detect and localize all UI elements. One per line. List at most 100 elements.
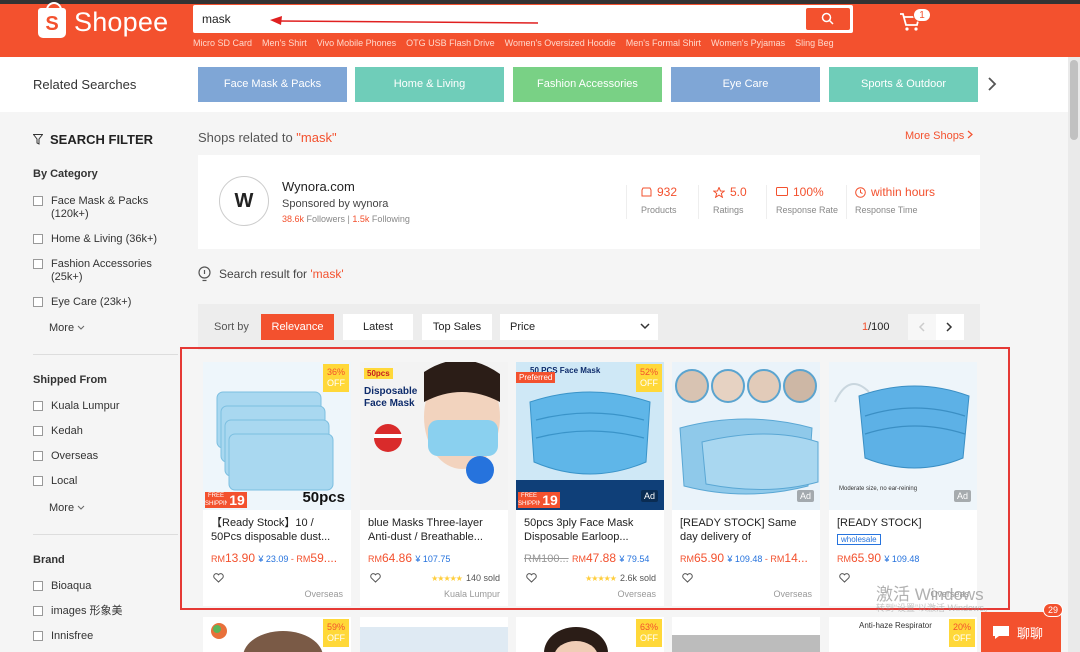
- price-sort-select[interactable]: Price: [500, 314, 658, 340]
- sort-top-sales-button[interactable]: Top Sales: [422, 314, 492, 340]
- related-searches-title: Related Searches: [33, 77, 137, 92]
- star-icon: [713, 186, 725, 198]
- shop-sponsor: Sponsored by wynora: [282, 198, 389, 210]
- hotlink[interactable]: Vivo Mobile Phones: [317, 38, 396, 48]
- search-button[interactable]: [806, 8, 850, 30]
- chat-icon: [993, 626, 1009, 639]
- product-card[interactable]: [360, 617, 508, 652]
- red-arrow-annotation: [270, 16, 539, 25]
- related-chip[interactable]: Face Mask & Packs: [198, 67, 347, 102]
- product-card[interactable]: [672, 617, 820, 652]
- chat-button[interactable]: 聊聊: [981, 612, 1061, 652]
- search-icon: [821, 12, 834, 25]
- related-searches-bar: Related Searches Face Mask & Packs Home …: [0, 57, 1080, 112]
- category-option[interactable]: Face Mask & Packs (120k+): [33, 195, 161, 221]
- hotlink[interactable]: Men's Formal Shirt: [626, 38, 701, 48]
- chat-icon: [776, 186, 788, 196]
- product-card[interactable]: Anti-haze Respirator 20% OFF: [829, 617, 977, 652]
- category-option[interactable]: Fashion Accessories (25k+): [33, 258, 161, 284]
- shop-card[interactable]: W Wynora.com Sponsored by wynora 38.6k F…: [198, 155, 980, 249]
- related-chip[interactable]: Fashion Accessories: [513, 67, 662, 102]
- stat-ratings: 5.0 Ratings: [713, 185, 747, 215]
- by-category-title: By Category: [33, 168, 98, 180]
- shop-follow-stats: 38.6k Followers | 1.5k Following: [282, 214, 410, 224]
- chevron-left-icon: [918, 322, 925, 332]
- shop-name[interactable]: Wynora.com: [282, 179, 355, 194]
- checkbox[interactable]: [33, 451, 43, 461]
- category-option[interactable]: Eye Care (23k+): [33, 296, 131, 309]
- related-chip[interactable]: Sports & Outdoor: [829, 67, 978, 102]
- brand-option[interactable]: Innisfree: [33, 630, 93, 643]
- stat-response-time: within hours Response Time: [855, 185, 936, 215]
- checkbox[interactable]: [33, 297, 43, 307]
- category-option[interactable]: Home & Living (36k+): [33, 233, 157, 246]
- sort-relevance-button[interactable]: Relevance: [261, 314, 334, 340]
- logo-text: Shopee: [74, 7, 169, 37]
- checkbox[interactable]: [33, 401, 43, 411]
- hotlink[interactable]: Men's Shirt: [262, 38, 307, 48]
- shops-related-heading: Shops related to "mask": [198, 130, 337, 145]
- search-result-heading: Search result for 'mask': [198, 266, 344, 282]
- product-image: [360, 627, 508, 652]
- stat-response-rate: 100% Response Rate: [776, 185, 839, 215]
- divider: [846, 185, 847, 219]
- chevron-down-icon: [77, 505, 85, 510]
- checkbox[interactable]: [33, 426, 43, 436]
- stat-products: 932 Products: [641, 185, 678, 215]
- shopee-logo[interactable]: S Shopee: [38, 1, 169, 38]
- product-card[interactable]: 63% OFF: [516, 617, 664, 652]
- checkbox[interactable]: [33, 606, 43, 616]
- checkbox[interactable]: [33, 476, 43, 486]
- hotlink[interactable]: OTG USB Flash Drive: [406, 38, 495, 48]
- shipped-option[interactable]: Local: [33, 475, 77, 488]
- divider: [766, 185, 767, 219]
- checkbox[interactable]: [33, 234, 43, 244]
- brand-option[interactable]: Bioaqua: [33, 580, 91, 593]
- divider: [698, 185, 699, 219]
- chevron-right-icon[interactable]: [987, 77, 997, 91]
- product-card[interactable]: 59% OFF: [203, 617, 351, 652]
- discount-badge: 59% OFF: [323, 619, 349, 647]
- category-more-toggle[interactable]: More: [49, 322, 85, 334]
- window-top-edge: [0, 0, 1080, 4]
- hotlink[interactable]: Micro SD Card: [193, 38, 252, 48]
- shop-avatar[interactable]: W: [219, 176, 269, 226]
- product-image: [672, 635, 820, 652]
- brand-option[interactable]: images 形象美: [33, 605, 123, 618]
- shipped-option[interactable]: Kedah: [33, 425, 83, 438]
- chat-unread-badge: 29: [1043, 603, 1063, 617]
- sort-label: Sort by: [214, 321, 249, 333]
- lightbulb-icon: [198, 266, 211, 282]
- cart-count-badge: 1: [913, 8, 931, 22]
- filter-icon: [33, 134, 43, 145]
- search-filter-title: SEARCH FILTER: [33, 132, 153, 147]
- highlight-annotation-box: [180, 347, 1010, 610]
- sort-latest-button[interactable]: Latest: [343, 314, 413, 340]
- more-shops-link[interactable]: More Shops: [905, 130, 974, 142]
- related-chip[interactable]: Home & Living: [355, 67, 504, 102]
- scrollbar-thumb[interactable]: [1070, 60, 1078, 140]
- image-caption: Anti-haze Respirator: [859, 621, 932, 630]
- shipped-option[interactable]: Kuala Lumpur: [33, 400, 120, 413]
- prev-page-button[interactable]: [908, 314, 936, 340]
- hotlink[interactable]: Sling Beg: [795, 38, 834, 48]
- next-page-button[interactable]: [936, 314, 964, 340]
- hotlink[interactable]: Women's Oversized Hoodie: [505, 38, 616, 48]
- hotlink[interactable]: Women's Pyjamas: [711, 38, 785, 48]
- related-chip[interactable]: Eye Care: [671, 67, 820, 102]
- shipped-option[interactable]: Overseas: [33, 450, 98, 463]
- checkbox[interactable]: [33, 259, 43, 269]
- chevron-down-icon: [77, 325, 85, 330]
- discount-badge: 63% OFF: [636, 619, 662, 647]
- sort-bar: Sort by Relevance Latest Top Sales Price…: [198, 304, 980, 350]
- checkbox[interactable]: [33, 631, 43, 641]
- page-scrollbar[interactable]: [1068, 57, 1080, 652]
- clock-icon: [855, 186, 866, 198]
- page-indicator: 1/100: [862, 321, 890, 333]
- checkbox[interactable]: [33, 196, 43, 206]
- checkbox[interactable]: [33, 581, 43, 591]
- brand-title: Brand: [33, 554, 65, 566]
- shipped-more-toggle[interactable]: More: [49, 502, 85, 514]
- windows-activation-hint: 转到“设置”以激活 Windows。: [876, 603, 994, 613]
- chevron-right-icon: [967, 130, 974, 139]
